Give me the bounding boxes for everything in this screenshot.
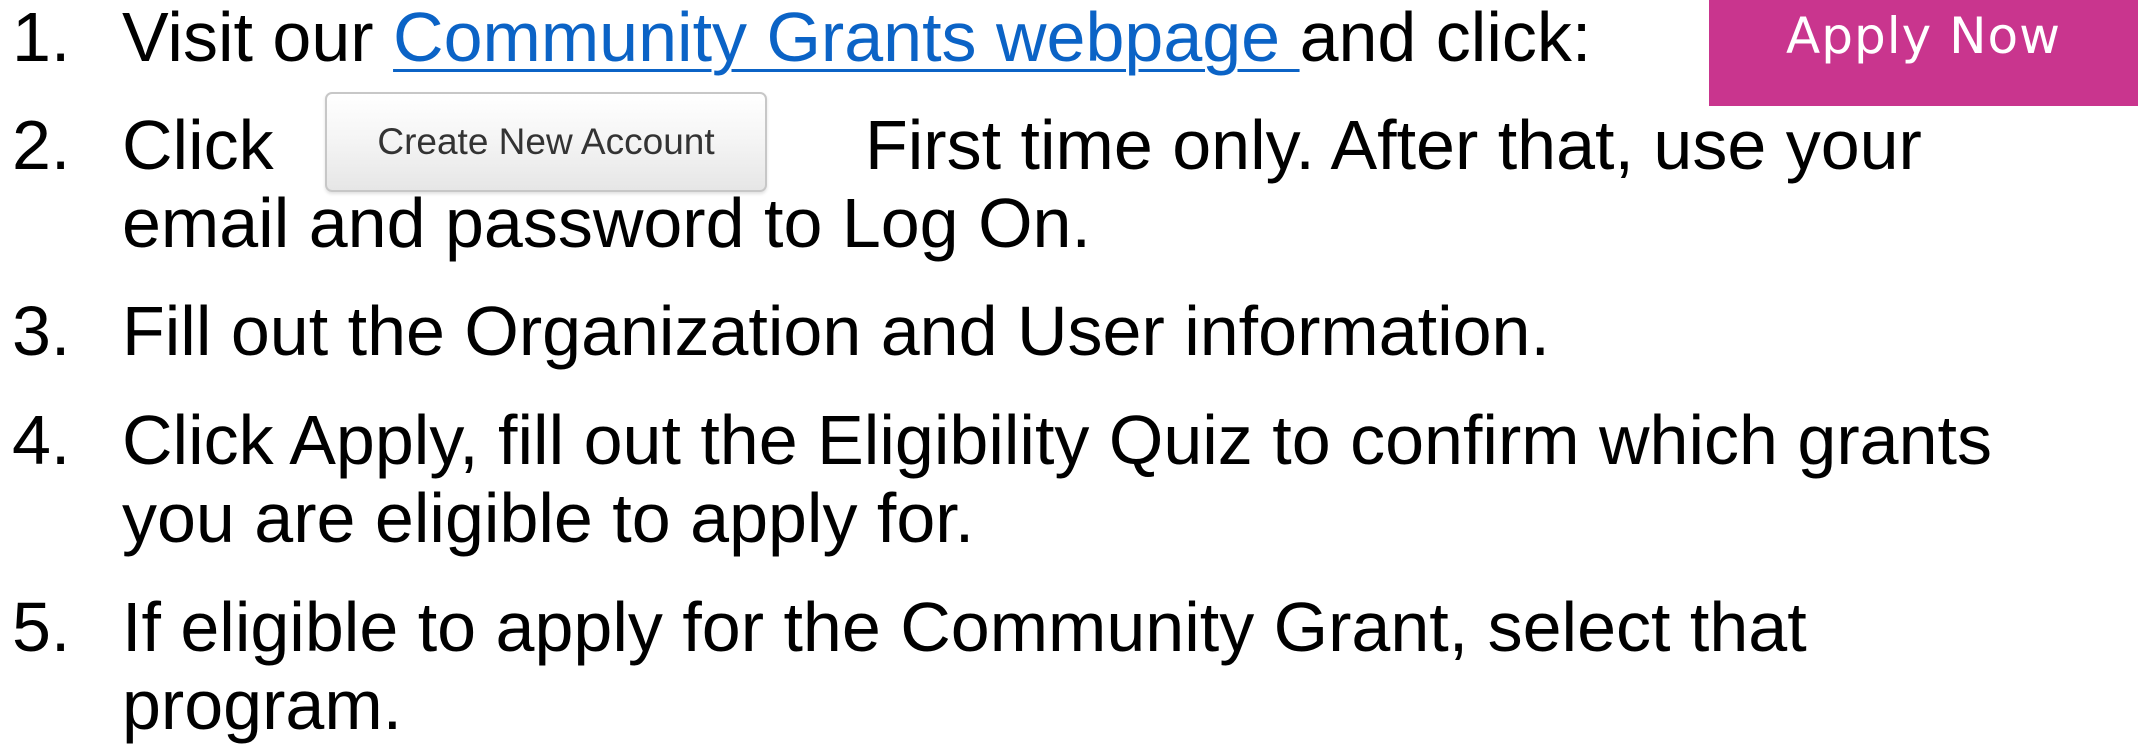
step-number: 1. [12, 0, 71, 76]
step-2-click-label: Click [122, 106, 274, 184]
step-number: 2. [12, 106, 71, 184]
step-number: 5. [12, 588, 71, 666]
step-1-after: and click: [1299, 0, 1592, 76]
step-2-line2: email and password to Log On. [122, 184, 1091, 262]
step-3: 3. Fill out the Organization and User in… [0, 292, 2138, 372]
step-4-line2: you are eligible to apply for. [122, 479, 975, 557]
step-2: 2. Click First time only. After that, us… [0, 106, 2138, 276]
step-5-line2: program. [122, 666, 403, 744]
step-1-before: Visit our [122, 0, 394, 76]
step-2-text: First time only. After that, use your [865, 106, 1922, 184]
step-1: 1. Visit our Community Grants webpage an… [0, 0, 1700, 78]
step-1-text: Visit our Community Grants webpage and c… [122, 0, 1591, 76]
step-number: 4. [12, 401, 71, 479]
apply-now-button[interactable]: Apply Now [1709, 0, 2138, 106]
step-4-line1: Click Apply, fill out the Eligibility Qu… [122, 401, 1992, 479]
step-5: 5. If eligible to apply for the Communit… [0, 588, 2138, 747]
community-grants-link[interactable]: Community Grants webpage [393, 0, 1300, 76]
create-new-account-button[interactable]: Create New Account [325, 92, 767, 192]
step-5-line1: If eligible to apply for the Community G… [122, 588, 1807, 666]
step-number: 3. [12, 292, 71, 370]
step-3-text: Fill out the Organization and User infor… [122, 292, 1550, 370]
step-4: 4. Click Apply, fill out the Eligibility… [0, 401, 2138, 561]
